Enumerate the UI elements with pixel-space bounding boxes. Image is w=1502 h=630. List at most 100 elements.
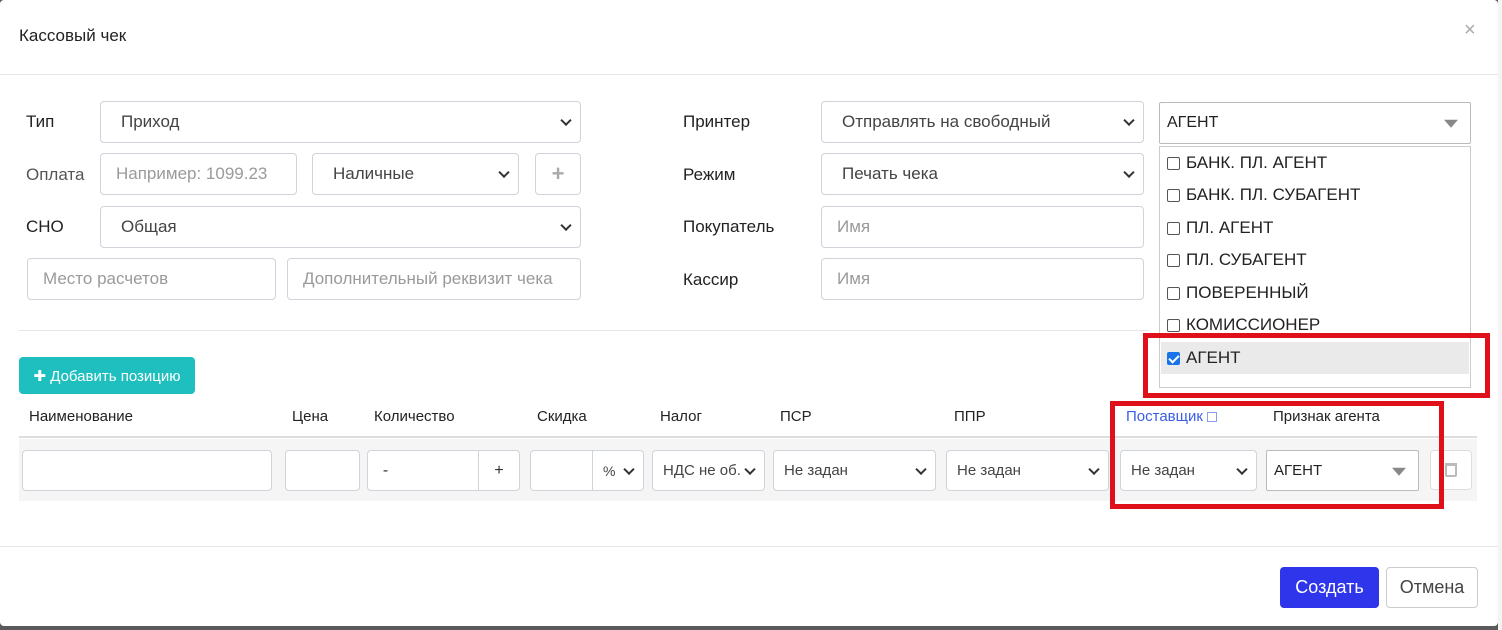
checkbox-icon[interactable]: [1167, 286, 1180, 300]
checkbox-icon[interactable]: [1167, 188, 1180, 202]
printer-label: Принтер: [683, 112, 751, 131]
extra-requisite-input[interactable]: Дополнительный реквизит чека: [287, 258, 581, 300]
add-payment-button[interactable]: +: [535, 153, 581, 195]
caret-down-icon: [1444, 119, 1458, 128]
column-header-agent-sign: Признак агента: [1273, 408, 1380, 425]
chevron-down-icon: [623, 463, 635, 475]
payment-label: Оплата: [26, 165, 85, 184]
agent-sign-select[interactable]: АГЕНТ: [1266, 450, 1419, 491]
column-header-quantity: Количество: [374, 408, 455, 425]
create-button[interactable]: Создать: [1280, 567, 1379, 608]
cancel-button[interactable]: Отмена: [1386, 567, 1478, 608]
type-label: Тип: [26, 112, 55, 131]
printer-select[interactable]: Отправлять на свободный: [821, 101, 1144, 143]
chevron-down-icon: [915, 463, 927, 475]
sno-select[interactable]: Общая: [100, 206, 581, 248]
agent-option-label: ПОВЕРЕННЫЙ: [1186, 283, 1309, 302]
cashier-label: Кассир: [683, 270, 739, 289]
quantity-input[interactable]: [403, 450, 478, 491]
chevron-down-icon: [560, 219, 572, 232]
chevron-down-icon: [560, 114, 572, 127]
agent-dropdown-list: БАНК. ПЛ. АГЕНТ БАНК. ПЛ. СУБАГЕНТ ПЛ. А…: [1159, 146, 1471, 388]
section-divider: [19, 330, 1149, 331]
supplier-link[interactable]: Поставщик: [1126, 408, 1203, 425]
payment-amount-input[interactable]: Например: 1099.23: [100, 153, 297, 195]
agent-option-label: ПЛ. АГЕНТ: [1186, 218, 1274, 237]
column-header-tax: Налог: [660, 408, 702, 425]
agent-option[interactable]: ПЛ. АГЕНТ: [1161, 212, 1469, 244]
receipt-dialog: Кассовый чек × Тип Приход Оплата Наприме…: [0, 0, 1498, 626]
agent-option-label: БАНК. ПЛ. СУБАГЕНТ: [1186, 185, 1361, 204]
cashier-input[interactable]: Имя: [821, 258, 1144, 300]
agent-option-selected[interactable]: АГЕНТ: [1161, 342, 1469, 374]
psr-select[interactable]: Не задан: [773, 450, 936, 491]
sno-label: СНО: [26, 217, 64, 236]
printer-select-value: Отправлять на свободный: [842, 112, 1051, 131]
chevron-down-icon: [1236, 463, 1248, 475]
close-icon[interactable]: ×: [1464, 19, 1476, 42]
sno-select-value: Общая: [121, 217, 177, 236]
tax-select[interactable]: НДС не об.: [652, 450, 765, 491]
agent-option[interactable]: БАНК. ПЛ. СУБАГЕНТ: [1161, 179, 1469, 211]
agent-option-label: АГЕНТ: [1186, 348, 1241, 367]
checkbox-icon[interactable]: [1167, 318, 1180, 332]
chevron-down-icon: [1123, 166, 1135, 179]
buyer-input[interactable]: Имя: [821, 206, 1144, 248]
trash-icon: [1445, 463, 1457, 477]
quantity-minus-button[interactable]: -: [367, 450, 404, 491]
delete-row-button[interactable]: [1430, 450, 1472, 490]
buyer-label: Покупатель: [683, 217, 775, 236]
column-header-discount: Скидка: [537, 408, 587, 425]
agent-sign-value: АГЕНТ: [1274, 462, 1323, 479]
item-price-input[interactable]: [285, 450, 360, 491]
settlement-place-input[interactable]: Место расчетов: [27, 258, 276, 300]
footer-divider: [0, 546, 1498, 547]
chevron-down-icon: [744, 463, 756, 475]
supplier-select-value: Не задан: [1131, 462, 1195, 479]
agent-option[interactable]: ПЛ. СУБАГЕНТ: [1161, 244, 1469, 276]
chevron-down-icon: [1088, 463, 1100, 475]
background-strip: [1498, 0, 1502, 630]
agent-option-label: ПЛ. СУБАГЕНТ: [1186, 250, 1307, 269]
header-divider: [0, 74, 1498, 75]
agent-option[interactable]: БАНК. ПЛ. АГЕНТ: [1161, 147, 1469, 179]
column-header-name: Наименование: [29, 408, 133, 425]
checkbox-checked-icon[interactable]: [1167, 351, 1180, 365]
column-header-ppr: ППР: [954, 408, 986, 425]
column-header-price: Цена: [292, 408, 329, 425]
mode-select[interactable]: Печать чека: [821, 153, 1144, 195]
agent-option[interactable]: КОМИССИОНЕР: [1161, 309, 1469, 341]
supplier-select[interactable]: Не задан: [1120, 450, 1257, 491]
discount-input[interactable]: [530, 450, 593, 491]
item-name-input[interactable]: [22, 450, 272, 491]
mode-select-value: Печать чека: [842, 164, 938, 183]
dialog-title: Кассовый чек: [19, 26, 127, 45]
discount-unit-value: %: [603, 462, 616, 479]
quantity-plus-button[interactable]: +: [478, 450, 520, 491]
column-header-supplier[interactable]: Поставщик: [1126, 408, 1217, 425]
payment-method-value: Наличные: [333, 164, 415, 183]
agent-select-value: АГЕНТ: [1167, 114, 1219, 131]
type-select[interactable]: Приход: [100, 101, 581, 143]
type-select-value: Приход: [121, 112, 180, 131]
discount-unit-select[interactable]: %: [592, 450, 644, 491]
ppr-select-value: Не задан: [957, 462, 1021, 479]
ppr-select[interactable]: Не задан: [946, 450, 1109, 491]
payment-method-select[interactable]: Наличные: [312, 153, 519, 195]
caret-down-icon: [1392, 467, 1406, 476]
agent-option-label: БАНК. ПЛ. АГЕНТ: [1186, 153, 1328, 172]
checkbox-icon[interactable]: [1167, 221, 1180, 235]
mode-label: Режим: [683, 165, 736, 184]
add-position-button[interactable]: ✚ Добавить позицию: [19, 357, 195, 394]
table-header-divider: [19, 436, 1477, 438]
agent-option-label: КОМИССИОНЕР: [1186, 315, 1321, 334]
chevron-down-icon: [1123, 114, 1135, 127]
psr-select-value: Не задан: [784, 462, 848, 479]
chevron-down-icon: [498, 166, 510, 179]
agent-select[interactable]: АГЕНТ: [1159, 102, 1471, 144]
checkbox-icon[interactable]: [1167, 253, 1180, 267]
checkbox-icon[interactable]: [1167, 156, 1180, 170]
agent-option[interactable]: ПОВЕРЕННЫЙ: [1161, 277, 1469, 309]
column-header-psr: ПСР: [780, 408, 812, 425]
tax-select-value: НДС не об.: [663, 462, 741, 479]
